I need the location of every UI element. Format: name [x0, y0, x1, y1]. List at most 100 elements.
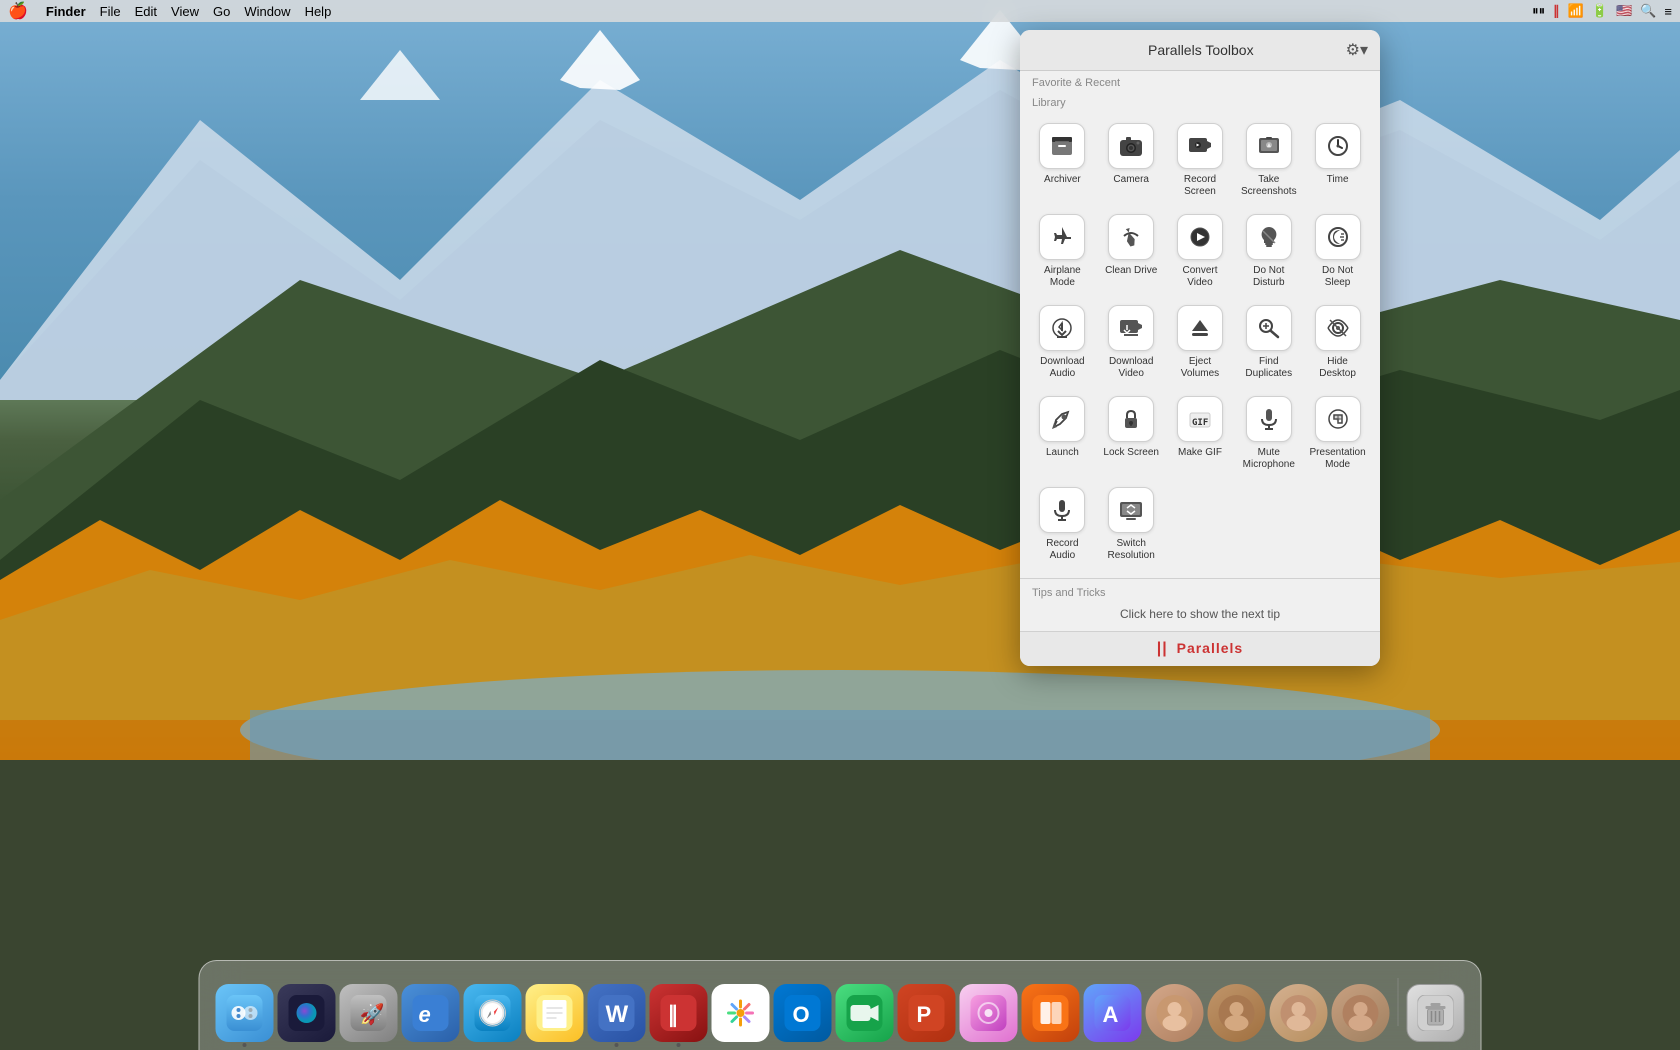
- do-not-sleep-label: Do Not Sleep: [1309, 265, 1367, 289]
- tool-lock-screen[interactable]: Lock Screen: [1097, 388, 1166, 479]
- tips-next-button[interactable]: Click here to show the next tip: [1020, 603, 1380, 631]
- time-icon: [1315, 123, 1361, 169]
- dock-item-contact3[interactable]: [1270, 984, 1328, 1042]
- svg-text:W: W: [606, 1001, 629, 1028]
- dock-item-facetime[interactable]: [836, 984, 894, 1042]
- tool-record-audio[interactable]: Record Audio: [1028, 479, 1097, 570]
- mute-microphone-icon: [1246, 396, 1292, 442]
- archiver-label: Archiver: [1044, 174, 1081, 186]
- search-icon[interactable]: 🔍: [1640, 3, 1656, 19]
- download-audio-icon: [1039, 305, 1085, 351]
- tool-archiver[interactable]: Archiver: [1028, 115, 1097, 206]
- menu-go[interactable]: Go: [213, 4, 230, 19]
- finder-dot: [243, 1043, 247, 1047]
- dock-item-contact4[interactable]: [1332, 984, 1390, 1042]
- record-audio-label: Record Audio: [1033, 538, 1091, 562]
- tool-make-gif[interactable]: GIF Make GIF: [1166, 388, 1235, 479]
- tool-eject-volumes[interactable]: Eject Volumes: [1166, 297, 1235, 388]
- download-video-icon: [1108, 305, 1154, 351]
- tool-presentation-mode[interactable]: Presentation Mode: [1303, 388, 1372, 479]
- menu-file[interactable]: File: [100, 4, 121, 19]
- parallels-active-icon[interactable]: ∥: [1553, 3, 1560, 19]
- eject-volumes-label: Eject Volumes: [1171, 356, 1229, 380]
- do-not-disturb-label: Do Not Disturb: [1240, 265, 1298, 289]
- menu-window[interactable]: Window: [244, 4, 290, 19]
- archiver-icon: [1039, 123, 1085, 169]
- tool-clean-drive[interactable]: Clean Drive: [1097, 206, 1166, 297]
- dock-item-launchpad[interactable]: 🚀: [340, 984, 398, 1042]
- dock-item-siri[interactable]: [278, 984, 336, 1042]
- svg-text:∥: ∥: [668, 1002, 679, 1028]
- dock-item-powerpoint[interactable]: P: [898, 984, 956, 1042]
- menu-help[interactable]: Help: [305, 4, 332, 19]
- tool-hide-desktop[interactable]: Hide Desktop: [1303, 297, 1372, 388]
- download-audio-label: Download Audio: [1033, 356, 1091, 380]
- tool-download-video[interactable]: Download Video: [1097, 297, 1166, 388]
- convert-video-label: Convert Video: [1171, 265, 1229, 289]
- tool-switch-resolution[interactable]: Switch Resolution: [1097, 479, 1166, 570]
- app-name[interactable]: Finder: [46, 4, 86, 19]
- tool-camera[interactable]: Camera: [1097, 115, 1166, 206]
- dock: 🚀 e W ∥ O P: [199, 960, 1482, 1050]
- favorite-section-label: Favorite & Recent: [1020, 71, 1380, 91]
- dock-item-word[interactable]: W: [588, 984, 646, 1042]
- dock-item-outlook[interactable]: O: [774, 984, 832, 1042]
- tool-record-screen[interactable]: Record Screen: [1166, 115, 1235, 206]
- airplane-mode-label: Airplane Mode: [1033, 265, 1091, 289]
- tool-do-not-sleep[interactable]: Do Not Sleep: [1303, 206, 1372, 297]
- flag-icon[interactable]: 🇺🇸: [1616, 3, 1632, 19]
- record-screen-icon: [1177, 123, 1223, 169]
- dock-item-ie[interactable]: e: [402, 984, 460, 1042]
- tips-label: Tips and Tricks: [1020, 583, 1380, 603]
- svg-text:🚀: 🚀: [360, 1002, 385, 1026]
- tools-grid: Archiver Camera: [1020, 111, 1380, 574]
- dock-item-contact1[interactable]: [1146, 984, 1204, 1042]
- battery-icon[interactable]: 🔋: [1592, 3, 1608, 19]
- clean-drive-icon: [1108, 214, 1154, 260]
- find-duplicates-icon: [1246, 305, 1292, 351]
- menu-edit[interactable]: Edit: [135, 4, 157, 19]
- switch-resolution-label: Switch Resolution: [1102, 538, 1160, 562]
- apple-menu[interactable]: 🍎: [8, 1, 28, 21]
- hide-desktop-icon: [1315, 305, 1361, 351]
- wifi-icon[interactable]: 📶: [1568, 3, 1584, 19]
- camera-icon: [1108, 123, 1154, 169]
- take-screenshots-icon: [1246, 123, 1292, 169]
- tool-take-screenshots[interactable]: Take Screenshots: [1234, 115, 1303, 206]
- svg-text:P: P: [917, 1002, 932, 1027]
- camera-label: Camera: [1113, 174, 1149, 186]
- tool-airplane-mode[interactable]: Airplane Mode: [1028, 206, 1097, 297]
- dock-item-itunes[interactable]: [960, 984, 1018, 1042]
- dock-item-finder[interactable]: [216, 984, 274, 1042]
- parallels-menubar-icon[interactable]: ⏸⏸: [1532, 3, 1545, 19]
- tool-launch[interactable]: Launch: [1028, 388, 1097, 479]
- tool-do-not-disturb[interactable]: Do Not Disturb: [1234, 206, 1303, 297]
- tool-mute-microphone[interactable]: Mute Microphone: [1234, 388, 1303, 479]
- dock-separator: [1398, 978, 1399, 1026]
- library-section-label: Library: [1020, 91, 1380, 111]
- panel-title: Parallels Toolbox: [1056, 42, 1346, 58]
- svg-text:O: O: [793, 1002, 810, 1027]
- tool-time[interactable]: Time: [1303, 115, 1372, 206]
- dock-item-parallels[interactable]: ∥: [650, 984, 708, 1042]
- do-not-sleep-icon: [1315, 214, 1361, 260]
- dock-item-safari[interactable]: [464, 984, 522, 1042]
- lock-screen-label: Lock Screen: [1103, 447, 1159, 459]
- make-gif-label: Make GIF: [1178, 447, 1222, 459]
- parallels-toolbox-panel: Parallels Toolbox ⚙▾ Favorite & Recent L…: [1020, 30, 1380, 666]
- dock-item-contact2[interactable]: [1208, 984, 1266, 1042]
- dock-item-trash[interactable]: [1407, 984, 1465, 1042]
- dock-item-photos[interactable]: [712, 984, 770, 1042]
- dock-item-books[interactable]: [1022, 984, 1080, 1042]
- menu-view[interactable]: View: [171, 4, 199, 19]
- word-dot: [615, 1043, 619, 1047]
- notification-icon[interactable]: ≡: [1664, 4, 1672, 19]
- dock-item-notes[interactable]: [526, 984, 584, 1042]
- tool-find-duplicates[interactable]: Find Duplicates: [1234, 297, 1303, 388]
- panel-settings-button[interactable]: ⚙▾: [1346, 40, 1368, 60]
- tool-convert-video[interactable]: Convert Video: [1166, 206, 1235, 297]
- tool-download-audio[interactable]: Download Audio: [1028, 297, 1097, 388]
- find-duplicates-label: Find Duplicates: [1240, 356, 1298, 380]
- dock-item-appstore[interactable]: A: [1084, 984, 1142, 1042]
- svg-text:e: e: [419, 1002, 431, 1027]
